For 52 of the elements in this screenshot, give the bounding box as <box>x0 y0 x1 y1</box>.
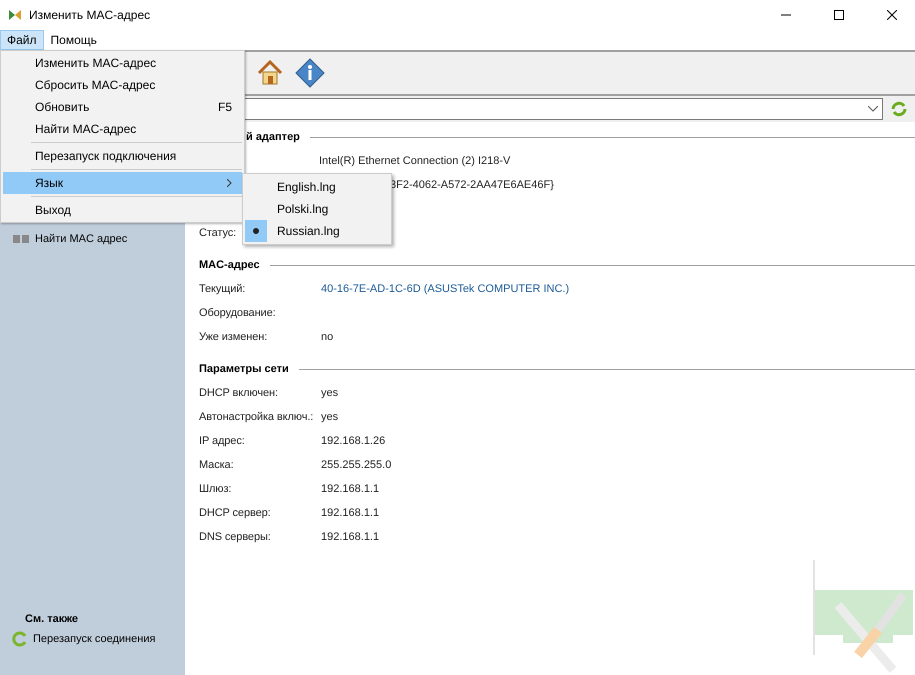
menu-item[interactable]: Обновить F5 <box>3 96 242 118</box>
menu-item[interactable]: Язык <box>3 172 242 194</box>
field-value: 255.255.255.0 <box>321 459 392 471</box>
menu-item[interactable]: English.lng <box>245 176 389 198</box>
field-value: yes <box>321 387 338 399</box>
refresh-icon <box>12 631 28 647</box>
menu-item[interactable]: Изменить MAC-адрес <box>3 52 242 74</box>
field-label: Шлюз: <box>199 483 232 495</box>
field-label: DHCP включен: <box>199 387 278 399</box>
chevron-right-icon <box>227 179 232 187</box>
menu-item[interactable]: Найти MAC-адрес <box>3 118 242 140</box>
restart-connection-link[interactable]: Перезапуск соединения <box>12 631 185 647</box>
sidebar-link[interactable]: Найти MAC адрес <box>12 233 185 245</box>
field-label: Уже изменен: <box>199 331 268 343</box>
menu-bar-item[interactable]: Файл <box>0 30 44 50</box>
see-also-heading: См. также <box>25 613 79 625</box>
field-label: Текущий: <box>199 283 246 295</box>
chevron-down-icon <box>868 106 878 112</box>
field-value: no <box>321 331 334 343</box>
field-value: yes <box>321 411 338 423</box>
menu-item[interactable]: Russian.lng <box>245 220 389 242</box>
field-value: Intel(R) Ethernet Connection (2) I218-V <box>319 155 510 167</box>
refresh-button[interactable] <box>889 99 909 119</box>
field-value: 192.168.1.1 <box>321 507 380 519</box>
field-value: 40-16-7E-AD-1C-6D (ASUSTek COMPUTER INC.) <box>321 283 570 295</box>
radio-mark <box>245 220 267 242</box>
shortcut-label: F5 <box>218 100 232 114</box>
section-heading: й адаптер <box>246 131 300 143</box>
field-label: Оборудование: <box>199 307 276 319</box>
field-value: 192.168.1.1 <box>321 531 380 543</box>
field-value: 192.168.1.1 <box>321 483 380 495</box>
window-title: Изменить MAC-адрес <box>29 8 152 22</box>
info-button[interactable] <box>294 57 326 89</box>
field-value: 192.168.1.26 <box>321 435 386 447</box>
app-icon <box>8 9 22 21</box>
field-label: Маска: <box>199 459 234 471</box>
field-label: Автонастройка включ.: <box>199 411 314 423</box>
section-heading: Параметры сети <box>199 363 289 375</box>
menu-item[interactable]: Перезапуск подключения <box>3 145 242 167</box>
close-icon <box>887 10 897 20</box>
maximize-icon <box>834 10 844 20</box>
network-cards-icon <box>12 233 30 245</box>
menu-item[interactable]: Выход <box>3 199 242 221</box>
menu-bar-item[interactable]: Помощь <box>44 30 104 50</box>
section-heading: MAC-адрес <box>199 259 260 271</box>
field-value: 3F2-4062-A572-2AA47E6AE46F} <box>390 179 554 191</box>
field-label: Статус: <box>199 227 236 239</box>
field-label: IP адрес: <box>199 435 245 447</box>
menu-item[interactable]: Сбросить MAC-адрес <box>3 74 242 96</box>
field-label: DNS серверы: <box>199 531 271 543</box>
menu-item[interactable]: Polski.lng <box>245 198 389 220</box>
field-label: DHCP сервер: <box>199 507 271 519</box>
